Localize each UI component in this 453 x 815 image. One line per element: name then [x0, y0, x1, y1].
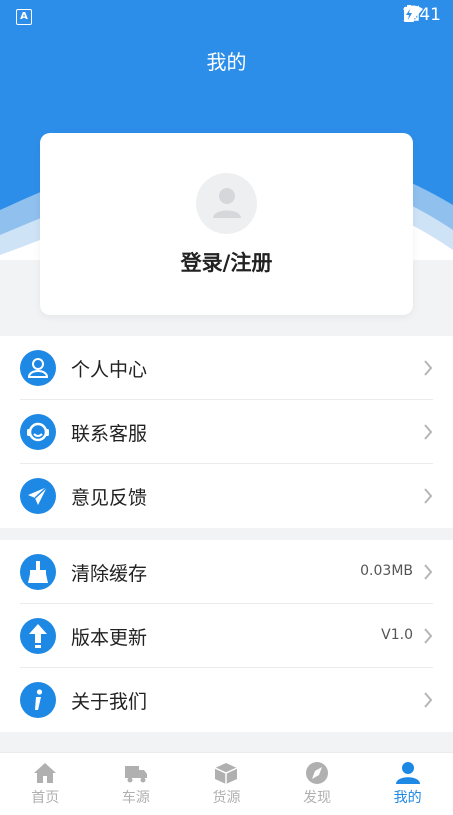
- menu-item-about-us[interactable]: 关于我们: [0, 668, 453, 732]
- truck-icon: [124, 766, 147, 783]
- tab-home[interactable]: 首页: [0, 753, 91, 815]
- chevron-right-icon: [424, 564, 433, 580]
- home-icon: [34, 763, 57, 783]
- menu-item-label: 联系客服: [71, 423, 148, 445]
- user-icon: [20, 350, 56, 386]
- default-avatar-icon: [213, 188, 241, 218]
- compass-icon: [306, 762, 329, 784]
- menu-item-feedback[interactable]: 意见反馈: [0, 464, 453, 528]
- menu-item-clear-cache[interactable]: 清除缓存 0.03MB: [0, 540, 453, 604]
- tab-mine[interactable]: 我的: [362, 753, 453, 815]
- status-bar: A 2:41: [0, 0, 453, 32]
- bottom-tab-bar: 首页 车源 货源 发现 我的: [0, 752, 453, 815]
- tab-label: 首页: [31, 790, 60, 806]
- menu-item-label: 意见反馈: [71, 487, 148, 509]
- login-register-link[interactable]: 登录/注册: [40, 247, 413, 277]
- cache-size-value: 0.03MB: [360, 563, 413, 579]
- headset-icon: [20, 414, 56, 450]
- tab-goods[interactable]: 货源: [181, 753, 272, 815]
- chevron-right-icon: [424, 488, 433, 504]
- menu-group-account: 个人中心 联系客服 意见反馈: [0, 336, 453, 528]
- avatar[interactable]: [196, 173, 257, 234]
- box-icon: [215, 763, 238, 784]
- chevron-right-icon: [424, 628, 433, 644]
- chevron-right-icon: [424, 424, 433, 440]
- person-icon: [395, 762, 420, 784]
- paper-plane-icon: [20, 478, 56, 514]
- tab-label: 车源: [121, 790, 150, 806]
- menu-group-system: 清除缓存 0.03MB 版本更新 V1.0 关于我们: [0, 540, 453, 732]
- menu-item-version-update[interactable]: 版本更新 V1.0: [0, 604, 453, 668]
- menu-item-label: 清除缓存: [71, 563, 148, 585]
- tab-label: 货源: [212, 790, 241, 806]
- menu-item-label: 个人中心: [71, 359, 148, 381]
- tab-label: 我的: [393, 790, 422, 806]
- menu-item-label: 关于我们: [71, 691, 148, 713]
- version-value: V1.0: [381, 627, 413, 643]
- menu-item-contact-support[interactable]: 联系客服: [0, 400, 453, 464]
- battery-charging-icon: [403, 5, 414, 22]
- info-icon: [20, 682, 56, 718]
- tab-vehicles[interactable]: 车源: [91, 753, 182, 815]
- menu-item-personal-center[interactable]: 个人中心: [0, 336, 453, 400]
- tab-label: 发现: [303, 790, 332, 806]
- tab-discover[interactable]: 发现: [272, 753, 363, 815]
- chevron-right-icon: [424, 360, 433, 376]
- menu-item-label: 版本更新: [71, 627, 148, 649]
- broom-icon: [20, 554, 56, 590]
- notification-badge: A: [16, 9, 32, 25]
- login-card[interactable]: 登录/注册: [40, 133, 413, 315]
- upload-arrow-icon: [20, 618, 56, 654]
- page-title: 我的: [206, 50, 247, 74]
- chevron-right-icon: [424, 692, 433, 708]
